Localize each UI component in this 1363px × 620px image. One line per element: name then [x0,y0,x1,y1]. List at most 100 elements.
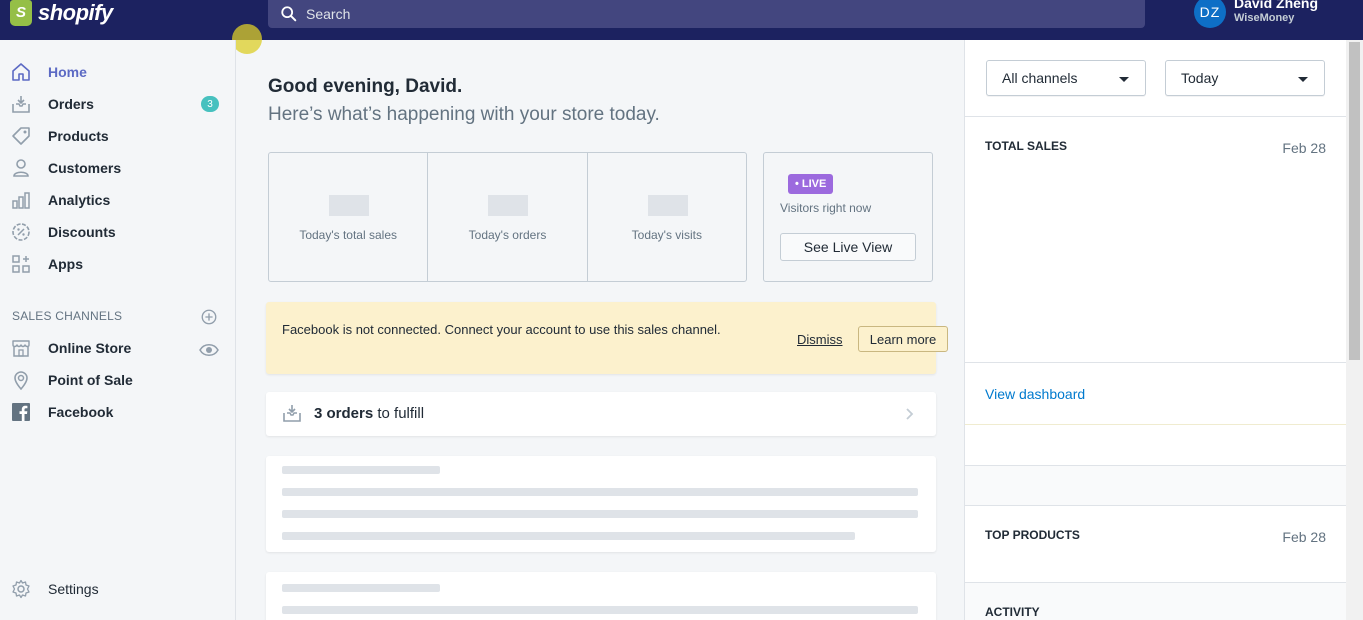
stat-total-sales[interactable]: Today's total sales [269,153,429,281]
fulfill-count: 3 orders [314,405,374,422]
search-bar[interactable] [268,0,1145,28]
sidebar-item-apps[interactable]: Apps [0,250,236,278]
sidebar-item-label: Settings [48,581,99,597]
orders-icon [12,96,30,113]
top-bar: shopify DZ David Zheng WiseMoney [0,0,1363,40]
sidebar-item-facebook[interactable]: Facebook [0,398,236,426]
total-sales-date: Feb 28 [1282,140,1326,156]
divider [965,424,1346,425]
page-subtitle: Here’s what’s happening with your store … [268,104,660,125]
user-info[interactable]: David Zheng WiseMoney [1234,0,1318,25]
stat-caption: Today's orders [468,228,547,242]
divider [965,362,1346,363]
logo-text: shopify [38,0,113,25]
user-menu[interactable]: DZ David Zheng WiseMoney [1194,0,1318,28]
bar-chart-icon [12,192,30,209]
gear-icon [12,579,30,599]
top-products-title: TOP PRODUCTS [985,528,1080,542]
shopify-logo[interactable]: shopify [10,0,113,26]
scrollbar[interactable] [1346,40,1363,620]
sidebar-item-label: Facebook [48,404,114,420]
page-title: Good evening, David. [268,76,463,97]
scrollbar-thumb[interactable] [1349,42,1360,360]
orders-icon [283,405,301,422]
sidebar-item-label: Point of Sale [48,372,133,388]
sidebar-item-customers[interactable]: Customers [0,154,236,182]
orders-count-badge: 3 [201,96,219,112]
stat-placeholder [329,195,369,216]
discount-icon [12,223,30,241]
skeleton-line [282,584,440,592]
sidebar-item-label: Analytics [48,192,111,208]
home-icon [12,63,30,81]
sidebar-item-analytics[interactable]: Analytics [0,186,236,214]
divider [965,465,1346,466]
caret-down-icon [1298,77,1308,82]
loading-card [266,456,936,552]
store-name: WiseMoney [1234,12,1295,24]
sidebar-item-label: Online Store [48,340,132,356]
stats-card: Today's total sales Today's orders Today… [268,152,747,282]
add-channel-icon[interactable] [200,308,218,326]
divider [965,116,1346,117]
sidebar-item-point-of-sale[interactable]: Point of Sale [0,366,236,394]
see-live-view-button[interactable]: See Live View [780,233,916,261]
sidebar-item-label: Apps [48,256,83,272]
skeleton-line [282,466,440,474]
facebook-banner: Facebook is not connected. Connect your … [266,302,948,374]
sidebar-item-discounts[interactable]: Discounts [0,218,236,246]
skeleton-line [282,532,855,540]
facebook-icon [12,403,30,421]
skeleton-line [282,606,918,614]
sidebar-item-products[interactable]: Products [0,122,236,150]
sidebar: Home Orders 3 Products Customers Analyti… [0,40,236,620]
panel-gap [965,465,1346,505]
user-name: David Zheng [1234,0,1319,11]
stat-placeholder [488,195,529,216]
stat-orders[interactable]: Today's orders [428,153,588,281]
main-content: Good evening, David. Here’s what’s happe… [236,40,964,620]
caret-down-icon [1119,77,1129,82]
avatar[interactable]: DZ [1194,0,1226,28]
sidebar-item-label: Discounts [48,224,116,240]
channels-select-value: All channels [1002,70,1078,86]
learn-more-button[interactable]: Learn more [858,326,948,352]
fulfill-suffix: to fulfill [373,405,425,422]
sidebar-item-label: Orders [48,96,94,112]
location-pin-icon [14,371,28,390]
view-dashboard-link[interactable]: View dashboard [985,386,1085,402]
period-select[interactable]: Today [1165,60,1325,96]
right-panel: All channels Today TOTAL SALES Feb 28 Vi… [964,40,1346,620]
live-visitors-label: Visitors right now [780,201,872,215]
tag-icon [12,127,30,145]
activity-title: ACTIVITY [985,605,1040,619]
skeleton-line [282,488,918,496]
sidebar-item-label: Home [48,64,87,80]
sales-channels-title: SALES CHANNELS [12,309,123,323]
stat-visits[interactable]: Today's visits [588,153,746,281]
divider [965,582,1346,583]
sidebar-item-settings[interactable]: Settings [0,575,236,603]
sidebar-item-home[interactable]: Home [0,58,236,86]
sidebar-item-orders[interactable]: Orders 3 [0,90,236,118]
stat-placeholder [647,195,688,216]
sidebar-item-label: Products [48,128,109,144]
live-view-card: • LIVE Visitors right now See Live View [763,152,933,282]
stat-caption: Today's total sales [299,228,397,242]
dismiss-link[interactable]: Dismiss [797,332,843,347]
banner-message: Facebook is not connected. Connect your … [282,322,721,337]
shopify-bag-icon [10,0,32,26]
channels-select[interactable]: All channels [986,60,1146,96]
period-select-value: Today [1181,70,1219,86]
apps-icon [12,255,30,273]
total-sales-title: TOTAL SALES [985,139,1068,153]
search-icon [281,6,297,22]
skeleton-line [282,510,918,518]
chevron-right-icon [906,408,914,420]
eye-icon[interactable] [199,342,219,358]
divider [965,505,1346,506]
stat-caption: Today's visits [631,228,702,242]
orders-to-fulfill-card[interactable]: 3 orders to fulfill [266,392,936,436]
search-input[interactable] [306,6,706,22]
top-products-date: Feb 28 [1282,529,1326,545]
